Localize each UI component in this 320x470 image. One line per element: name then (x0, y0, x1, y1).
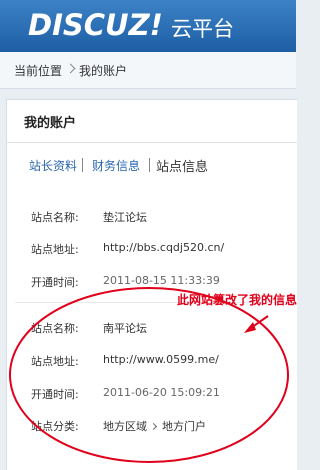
annotation-overlay (9, 287, 289, 463)
highlight-ellipse (9, 287, 289, 463)
annotation-text: 此网站篡改了我的信息 (177, 293, 298, 307)
arrow-head-icon (244, 322, 256, 333)
